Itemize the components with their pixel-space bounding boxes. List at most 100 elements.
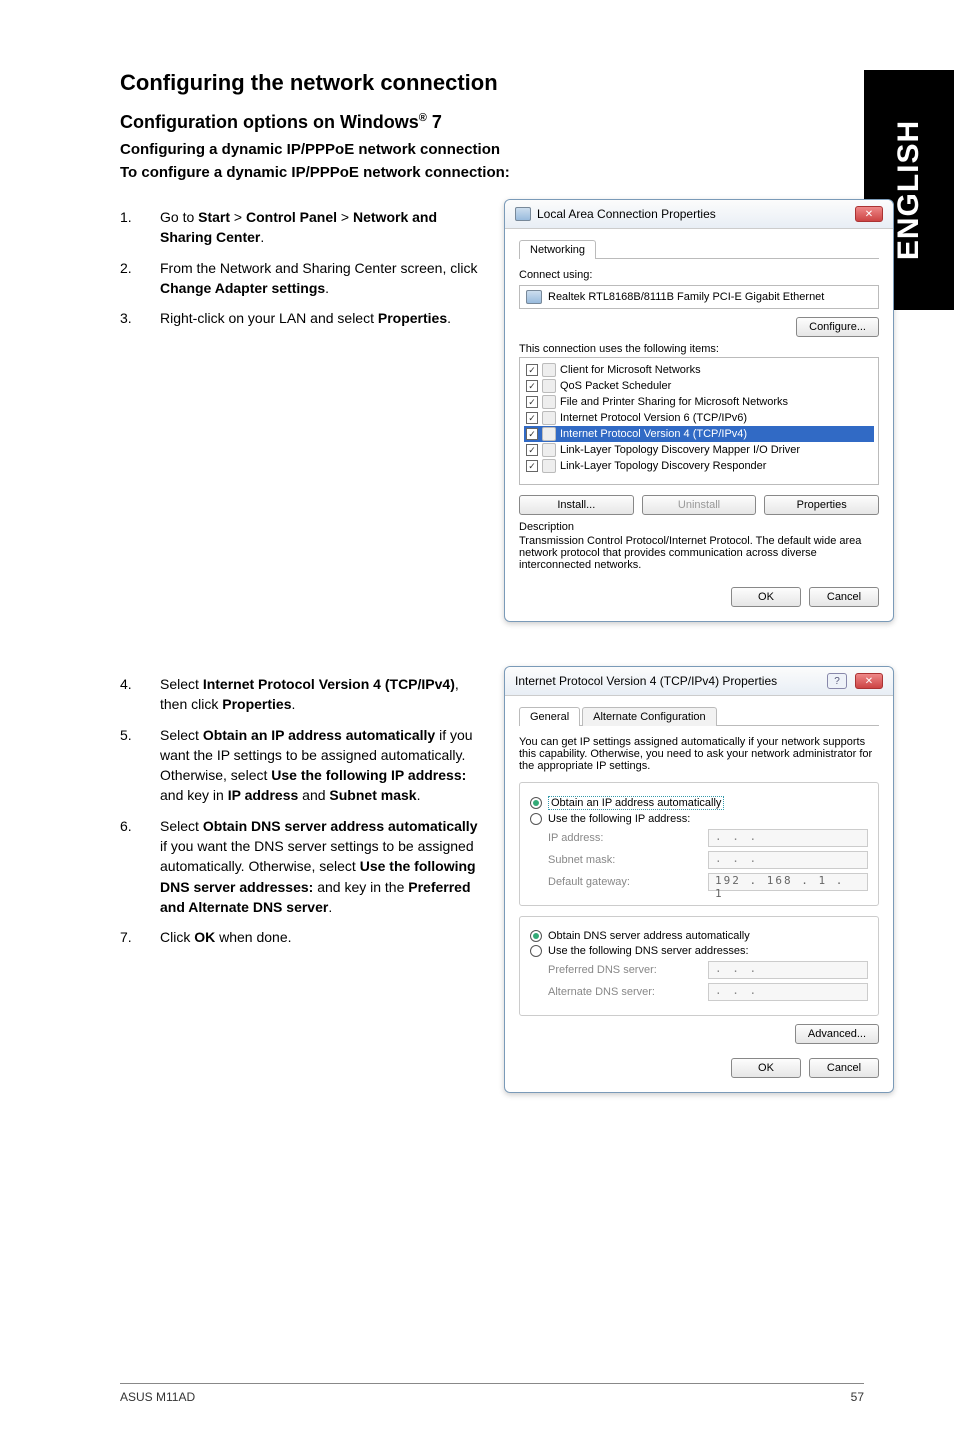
radio-obtain-ip[interactable]: Obtain an IP address automatically: [530, 796, 868, 810]
step-text: Select Obtain an IP address automaticall…: [160, 725, 480, 806]
step-number: 6.: [120, 816, 160, 917]
dialog-titlebar: Internet Protocol Version 4 (TCP/IPv4) P…: [505, 667, 893, 696]
component-icon: [542, 395, 556, 409]
install-button[interactable]: Install...: [519, 495, 634, 515]
radio-icon[interactable]: [530, 930, 542, 942]
cancel-button[interactable]: Cancel: [809, 587, 879, 607]
registered-symbol: ®: [419, 112, 427, 124]
component-icon: [542, 411, 556, 425]
list-item[interactable]: ✓Internet Protocol Version 6 (TCP/IPv6): [524, 410, 874, 426]
ip-group: Obtain an IP address automatically Use t…: [519, 782, 879, 906]
subtitle-2: To configure a dynamic IP/PPPoE network …: [120, 164, 894, 181]
field-label: Preferred DNS server:: [548, 964, 708, 976]
page-heading: Configuring the network connection: [120, 70, 894, 96]
intro-text: You can get IP settings assigned automat…: [519, 736, 879, 772]
list-item[interactable]: ✓ File and Printer Sharing for Microsoft …: [524, 394, 874, 410]
ip-address-input: . . .: [708, 829, 868, 847]
item-label: Link-Layer Topology Discovery Mapper I/O…: [560, 444, 800, 456]
radio-icon[interactable]: [530, 945, 542, 957]
tab-general[interactable]: General: [519, 707, 580, 726]
ipv4-properties-dialog: Internet Protocol Version 4 (TCP/IPv4) P…: [504, 666, 894, 1093]
properties-button[interactable]: Properties: [764, 495, 879, 515]
ok-button[interactable]: OK: [731, 587, 801, 607]
close-icon[interactable]: ✕: [855, 206, 883, 222]
network-icon: [515, 207, 531, 221]
step-number: 3.: [120, 308, 160, 328]
checkbox-icon[interactable]: ✓: [526, 396, 538, 408]
step-text: Right-click on your LAN and select Prope…: [160, 308, 480, 328]
tab-alternate[interactable]: Alternate Configuration: [582, 707, 717, 726]
close-icon[interactable]: ✕: [855, 673, 883, 689]
step-number: 4.: [120, 674, 160, 715]
ok-button[interactable]: OK: [731, 1058, 801, 1078]
step-4: 4. Select Internet Protocol Version 4 (T…: [120, 674, 480, 715]
item-label: QoS Packet Scheduler: [560, 380, 671, 392]
step-text: Click OK when done.: [160, 927, 480, 947]
step-5: 5. Select Obtain an IP address automatic…: [120, 725, 480, 806]
subnet-row: Subnet mask: . . .: [548, 851, 868, 869]
description-label: Description: [519, 521, 879, 533]
configure-button[interactable]: Configure...: [796, 317, 879, 337]
step-text: Select Obtain DNS server address automat…: [160, 816, 480, 917]
ip-address-row: IP address: . . .: [548, 829, 868, 847]
step-6: 6. Select Obtain DNS server address auto…: [120, 816, 480, 917]
subnet-input: . . .: [708, 851, 868, 869]
radio-obtain-dns[interactable]: Obtain DNS server address automatically: [530, 930, 868, 942]
subheading-suffix: 7: [427, 112, 442, 132]
adapter-name: Realtek RTL8168B/8111B Family PCI-E Giga…: [548, 291, 824, 303]
subheading: Configuration options on Windows® 7: [120, 112, 894, 133]
gateway-row: Default gateway: 192 . 168 . 1 . 1: [548, 873, 868, 891]
help-icon[interactable]: ?: [827, 673, 847, 689]
checkbox-icon[interactable]: ✓: [526, 460, 538, 472]
radio-label: Obtain an IP address automatically: [548, 796, 724, 810]
field-label: IP address:: [548, 832, 708, 844]
subheading-prefix: Configuration options on Windows: [120, 112, 419, 132]
step-text: From the Network and Sharing Center scre…: [160, 258, 480, 299]
alternate-dns-input: . . .: [708, 983, 868, 1001]
preferred-dns-input: . . .: [708, 961, 868, 979]
list-item[interactable]: ✓ QoS Packet Scheduler: [524, 378, 874, 394]
items-label: This connection uses the following items…: [519, 343, 879, 355]
items-listbox[interactable]: ✓ Client for Microsoft Networks ✓ QoS Pack…: [519, 357, 879, 485]
page-content: Configuring the network connection Confi…: [0, 0, 954, 1133]
step-number: 5.: [120, 725, 160, 806]
checkbox-icon[interactable]: ✓: [526, 380, 538, 392]
alternate-dns-row: Alternate DNS server: . . .: [548, 983, 868, 1001]
advanced-button[interactable]: Advanced...: [795, 1024, 879, 1044]
steps-bottom: 4. Select Internet Protocol Version 4 (T…: [120, 674, 480, 948]
page-footer: ASUS M11AD 57: [120, 1383, 864, 1404]
cancel-button[interactable]: Cancel: [809, 1058, 879, 1078]
radio-use-dns[interactable]: Use the following DNS server addresses:: [530, 945, 868, 957]
lan-properties-dialog: Local Area Connection Properties ✕ Netwo…: [504, 199, 894, 622]
connect-using-label: Connect using:: [519, 269, 879, 281]
step-number: 1.: [120, 207, 160, 248]
checkbox-icon[interactable]: ✓: [526, 428, 538, 440]
item-label: Client for Microsoft Networks: [560, 364, 701, 376]
checkbox-icon[interactable]: ✓: [526, 364, 538, 376]
step-1: 1. Go to Start > Control Panel > Network…: [120, 207, 480, 248]
checkbox-icon[interactable]: ✓: [526, 444, 538, 456]
checkbox-icon[interactable]: ✓: [526, 412, 538, 424]
footer-model: ASUS M11AD: [120, 1390, 195, 1404]
list-item-selected[interactable]: ✓Internet Protocol Version 4 (TCP/IPv4): [524, 426, 874, 442]
adapter-field: Realtek RTL8168B/8111B Family PCI-E Giga…: [519, 285, 879, 309]
tab-networking[interactable]: Networking: [519, 240, 596, 259]
component-icon: [542, 427, 556, 441]
field-label: Alternate DNS server:: [548, 986, 708, 998]
radio-icon[interactable]: [530, 797, 542, 809]
dialog-title-text: Local Area Connection Properties: [537, 207, 716, 221]
list-item[interactable]: ✓ Client for Microsoft Networks: [524, 362, 874, 378]
list-item[interactable]: ✓ Link-Layer Topology Discovery Mapper I/…: [524, 442, 874, 458]
step-text: Go to Start > Control Panel > Network an…: [160, 207, 480, 248]
step-3: 3. Right-click on your LAN and select Pr…: [120, 308, 480, 328]
radio-use-ip[interactable]: Use the following IP address:: [530, 813, 868, 825]
radio-icon[interactable]: [530, 813, 542, 825]
item-label: File and Printer Sharing for Microsoft N…: [560, 396, 788, 408]
footer-page-number: 57: [851, 1390, 864, 1404]
steps-top: 1. Go to Start > Control Panel > Network…: [120, 207, 480, 328]
field-label: Default gateway:: [548, 876, 708, 888]
radio-label: Use the following IP address:: [548, 813, 690, 825]
step-7: 7. Click OK when done.: [120, 927, 480, 947]
component-icon: [542, 443, 556, 457]
list-item[interactable]: ✓Link-Layer Topology Discovery Responder: [524, 458, 874, 474]
